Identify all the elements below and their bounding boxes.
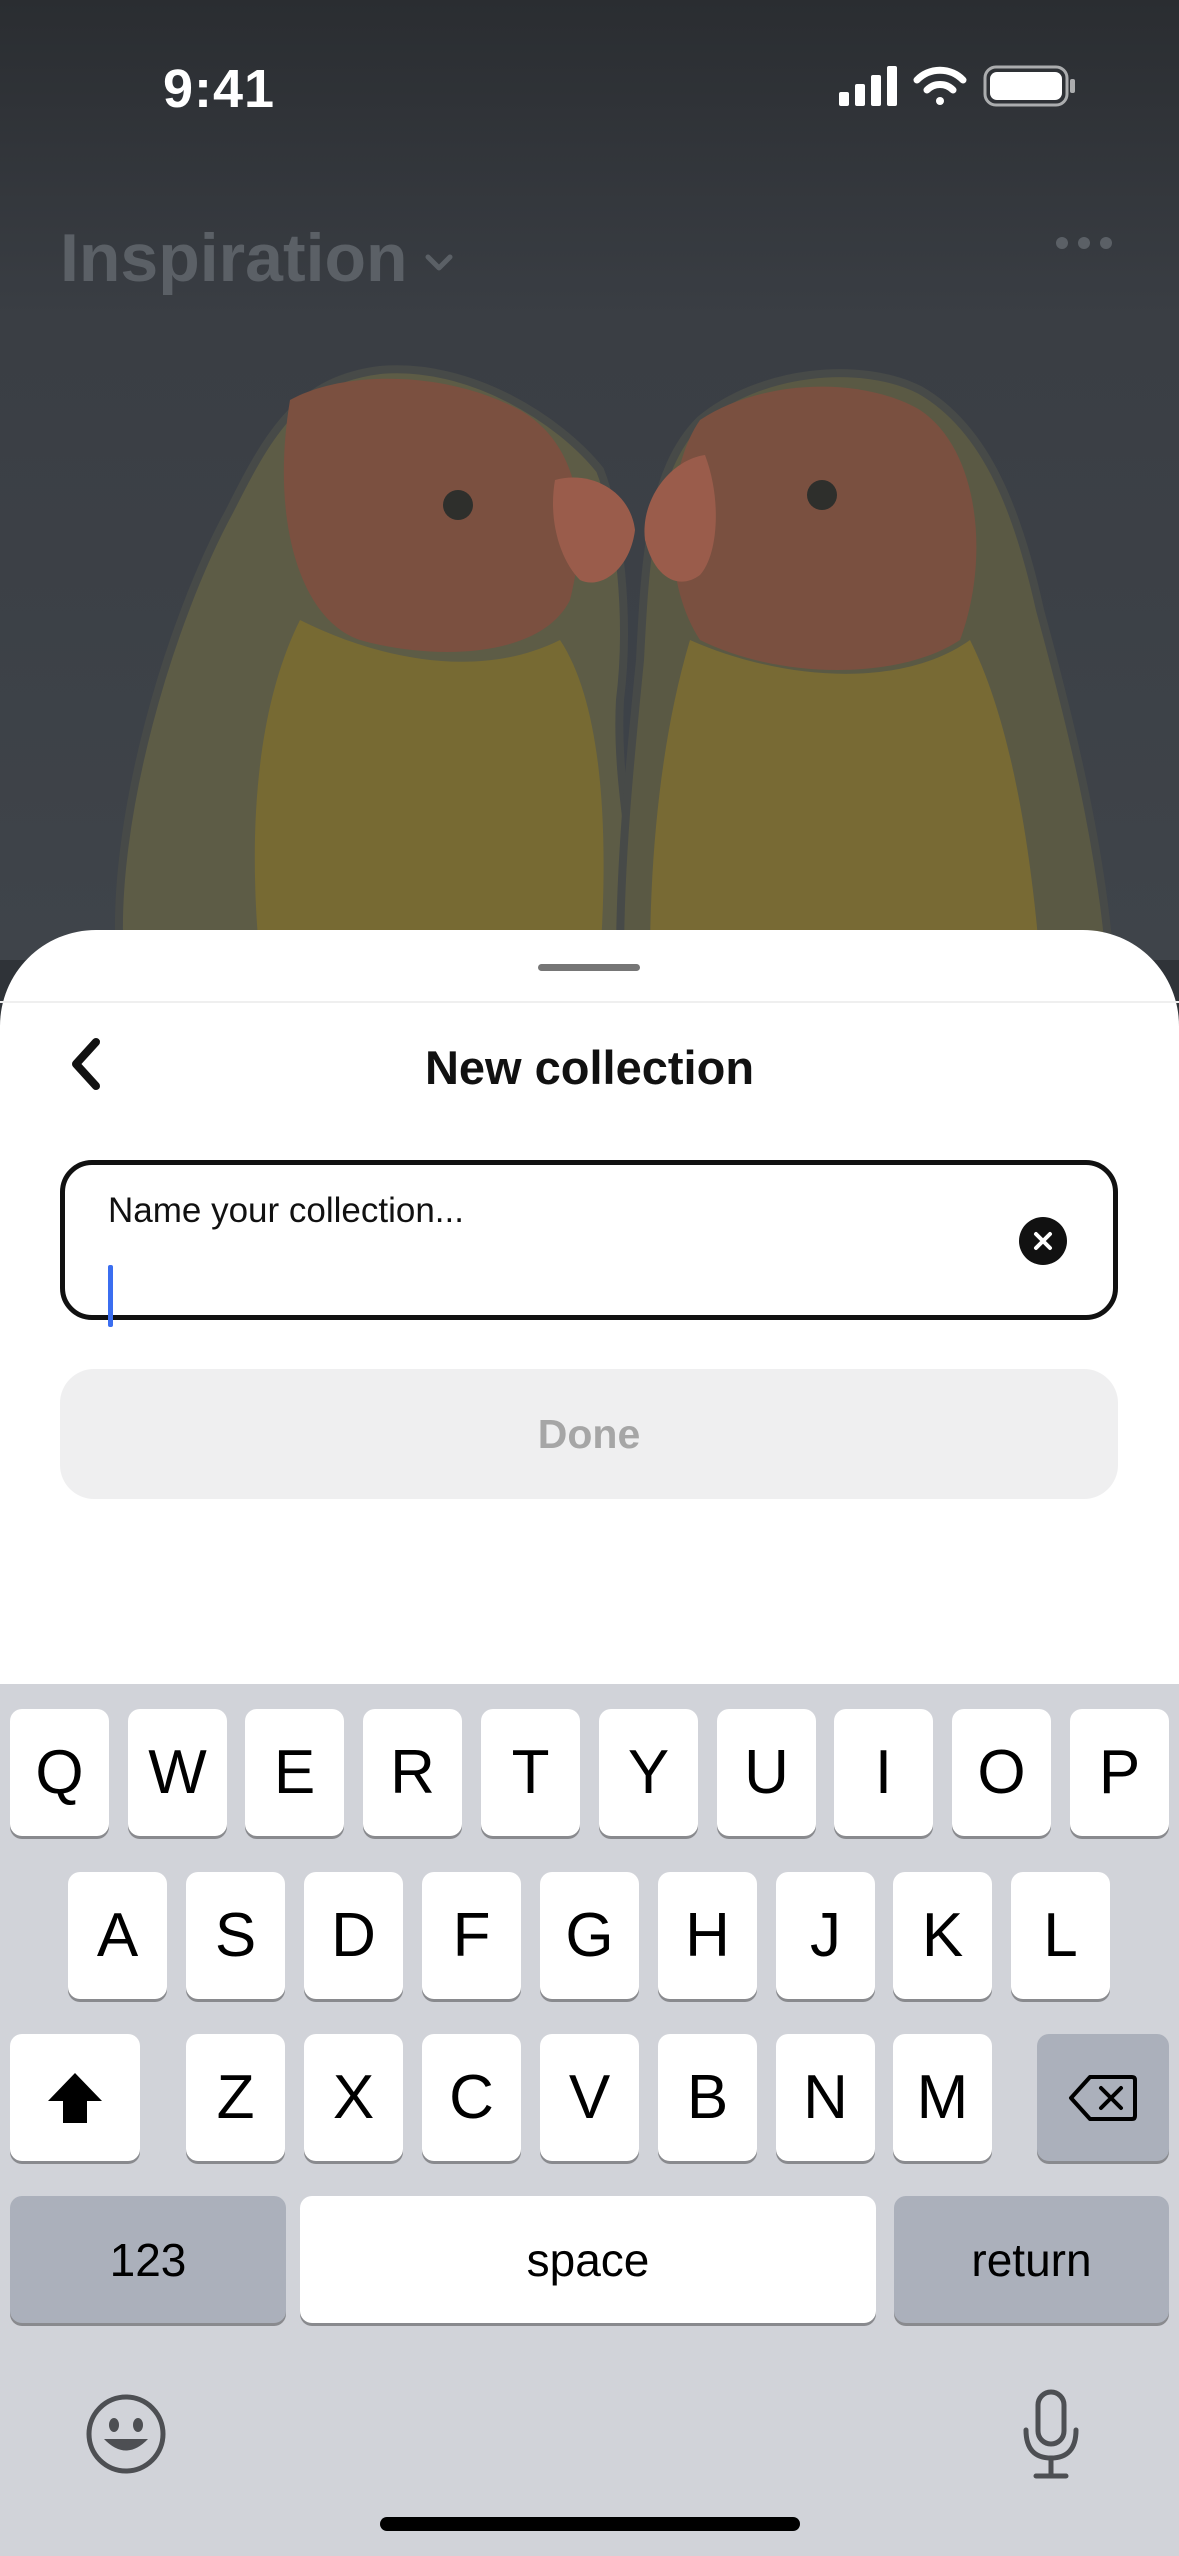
key-f[interactable]: F — [422, 1872, 521, 1999]
collection-name-input[interactable]: Name your collection... — [60, 1160, 1118, 1327]
key-a[interactable]: A — [68, 1872, 167, 1999]
key-g[interactable]: G — [540, 1872, 639, 1999]
sheet-divider — [0, 1001, 1179, 1003]
key-k[interactable]: K — [893, 1872, 992, 1999]
key-t[interactable]: T — [481, 1709, 580, 1836]
key-s[interactable]: S — [186, 1872, 285, 1999]
emoji-icon[interactable] — [84, 2392, 168, 2476]
key-l[interactable]: L — [1011, 1872, 1110, 1999]
shift-key[interactable] — [10, 2034, 140, 2161]
key-c[interactable]: C — [422, 2034, 521, 2161]
key-b[interactable]: B — [658, 2034, 757, 2161]
key-j[interactable]: J — [776, 1872, 875, 1999]
more-icon[interactable] — [1054, 228, 1114, 258]
cellular-signal-icon — [839, 66, 897, 106]
board-selector[interactable]: Inspiration — [60, 218, 454, 298]
key-q[interactable]: Q — [10, 1709, 109, 1836]
text-caret — [108, 1265, 113, 1327]
backspace-icon — [1069, 2074, 1137, 2121]
key-e[interactable]: E — [245, 1709, 344, 1836]
status-icons — [839, 65, 1075, 107]
keyboard: Q W E R T Y U I O P A S D F G H J K L Z … — [0, 1684, 1179, 2556]
numbers-key[interactable]: 123 — [10, 2196, 286, 2323]
key-n[interactable]: N — [776, 2034, 875, 2161]
backspace-key[interactable] — [1037, 2034, 1169, 2161]
sheet-grabber[interactable] — [538, 964, 640, 971]
key-h[interactable]: H — [658, 1872, 757, 1999]
key-u[interactable]: U — [717, 1709, 816, 1836]
key-y[interactable]: Y — [599, 1709, 698, 1836]
wifi-icon — [913, 66, 967, 105]
key-w[interactable]: W — [128, 1709, 227, 1836]
board-title: Inspiration — [60, 220, 408, 296]
microphone-icon[interactable] — [1016, 2388, 1086, 2482]
status-time: 9:41 — [163, 59, 276, 119]
key-o[interactable]: O — [952, 1709, 1051, 1836]
chevron-down-icon — [425, 254, 453, 271]
collection-name-label: Name your collection... — [108, 1191, 464, 1230]
key-d[interactable]: D — [304, 1872, 403, 1999]
key-v[interactable]: V — [540, 2034, 639, 2161]
clear-text-icon — [1034, 1232, 1052, 1250]
return-key[interactable]: return — [894, 2196, 1169, 2323]
home-indicator[interactable] — [380, 2517, 800, 2531]
clear-text-button[interactable] — [1019, 1217, 1067, 1265]
key-r[interactable]: R — [363, 1709, 462, 1836]
done-button[interactable]: Done — [60, 1369, 1118, 1499]
key-p[interactable]: P — [1070, 1709, 1169, 1836]
status-bar: 9:41 — [0, 0, 1179, 150]
battery-icon — [983, 65, 1075, 107]
shift-icon — [48, 2072, 102, 2123]
space-key[interactable]: space — [300, 2196, 876, 2323]
key-i[interactable]: I — [834, 1709, 933, 1836]
key-z[interactable]: Z — [186, 2034, 285, 2161]
key-x[interactable]: X — [304, 2034, 403, 2161]
key-m[interactable]: M — [893, 2034, 992, 2161]
sheet-title: New collection — [424, 1041, 755, 1094]
